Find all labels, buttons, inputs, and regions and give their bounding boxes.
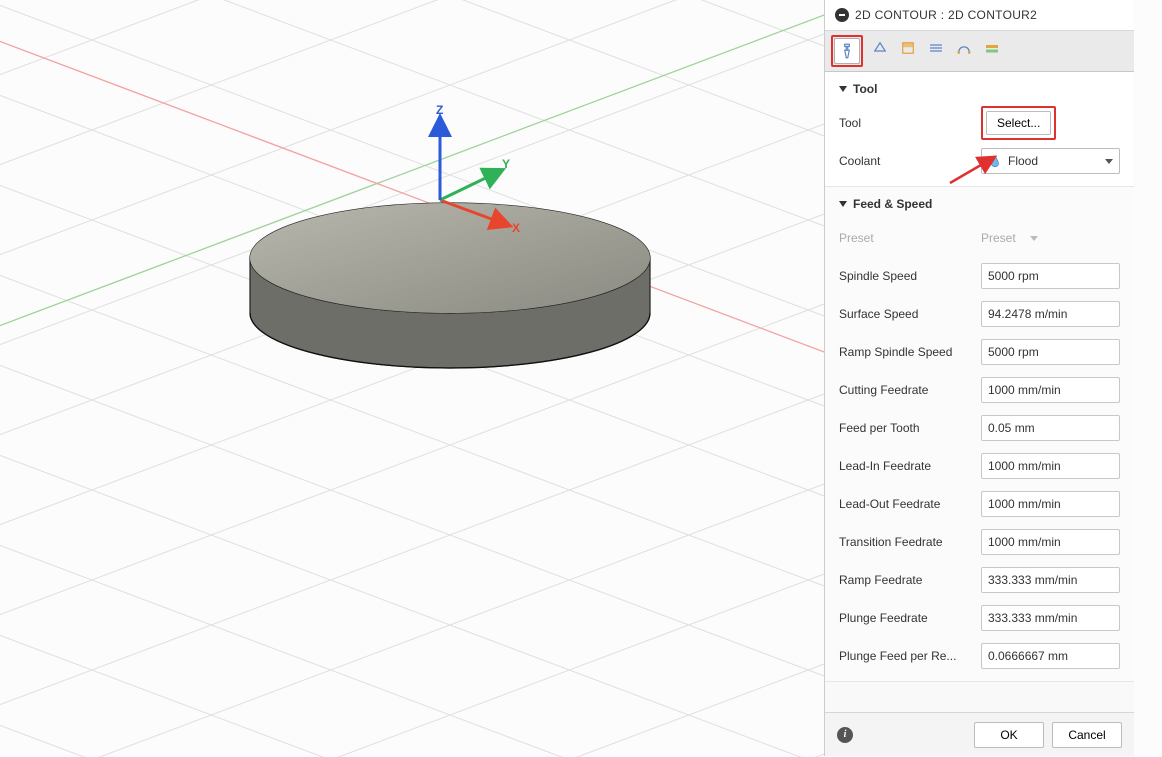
feed-speed-input[interactable]: [981, 453, 1120, 479]
feed-speed-row: Spindle Speed: [839, 257, 1120, 295]
feed-speed-row: Lead-Out Feedrate: [839, 485, 1120, 523]
feed-speed-row: Plunge Feed per Re...: [839, 637, 1120, 675]
feed-speed-label: Ramp Spindle Speed: [839, 345, 981, 359]
panel-tab-bar: [825, 31, 1134, 72]
feed-speed-input[interactable]: [981, 529, 1120, 555]
feed-speed-input[interactable]: [981, 415, 1120, 441]
heights-tab-icon: [899, 39, 917, 57]
section-feed-speed: Feed & Speed Preset Preset Spindle Speed…: [825, 187, 1134, 682]
feed-speed-row: Cutting Feedrate: [839, 371, 1120, 409]
feed-speed-row: Transition Feedrate: [839, 523, 1120, 561]
feed-speed-label: Lead-Out Feedrate: [839, 497, 981, 511]
tool-label: Tool: [839, 116, 981, 130]
chevron-down-icon: [839, 201, 847, 207]
feed-speed-label: Transition Feedrate: [839, 535, 981, 549]
linking-tab-icon: [955, 39, 973, 57]
extras-tab-icon: [983, 39, 1001, 57]
coolant-label: Coolant: [839, 154, 981, 168]
3d-viewport[interactable]: X Y Z: [0, 0, 824, 757]
annotation-highlight-tool-tab: [831, 35, 863, 67]
feed-speed-input[interactable]: [981, 377, 1120, 403]
collapse-panel-icon[interactable]: [835, 8, 849, 22]
geometry-tab-icon: [871, 39, 889, 57]
section-tool-header[interactable]: Tool: [839, 82, 1120, 96]
tab-passes[interactable]: [923, 35, 949, 61]
tab-heights[interactable]: [895, 35, 921, 61]
feed-speed-input[interactable]: [981, 643, 1120, 669]
feed-speed-row: Ramp Feedrate: [839, 561, 1120, 599]
coolant-dropdown[interactable]: Flood: [981, 148, 1120, 174]
ok-button[interactable]: OK: [974, 722, 1044, 748]
feed-speed-input[interactable]: [981, 567, 1120, 593]
feed-speed-label: Spindle Speed: [839, 269, 981, 283]
feed-speed-input[interactable]: [981, 605, 1120, 631]
info-icon[interactable]: i: [837, 727, 853, 743]
tab-linking[interactable]: [951, 35, 977, 61]
panel-title: 2D CONTOUR : 2D CONTOUR2: [855, 8, 1037, 22]
feed-speed-label: Feed per Tooth: [839, 421, 981, 435]
feed-speed-input[interactable]: [981, 263, 1120, 289]
tool-select-button[interactable]: Select...: [986, 111, 1051, 135]
passes-tab-icon: [927, 39, 945, 57]
feed-speed-row: Lead-In Feedrate: [839, 447, 1120, 485]
tool-tab-icon: [838, 42, 856, 60]
section-tool: Tool Tool Select... Coolant Flood: [825, 72, 1134, 187]
cancel-button[interactable]: Cancel: [1052, 722, 1122, 748]
panel-header: 2D CONTOUR : 2D CONTOUR2: [825, 0, 1134, 31]
chevron-down-icon: [1030, 236, 1038, 241]
feed-speed-input[interactable]: [981, 339, 1120, 365]
feed-speed-row: Feed per Tooth: [839, 409, 1120, 447]
feed-speed-row: Surface Speed: [839, 295, 1120, 333]
feed-speed-label: Plunge Feedrate: [839, 611, 981, 625]
feed-speed-row: Ramp Spindle Speed: [839, 333, 1120, 371]
feed-speed-label: Cutting Feedrate: [839, 383, 981, 397]
tab-extras[interactable]: [979, 35, 1005, 61]
feed-speed-label: Lead-In Feedrate: [839, 459, 981, 473]
feed-speed-label: Ramp Feedrate: [839, 573, 981, 587]
chevron-down-icon: [1105, 159, 1113, 164]
feed-speed-row: Plunge Feedrate: [839, 599, 1120, 637]
grid-canvas: [0, 0, 824, 757]
section-feed-speed-header[interactable]: Feed & Speed: [839, 197, 1120, 211]
feed-speed-input[interactable]: [981, 491, 1120, 517]
panel-footer: i OK Cancel: [825, 712, 1134, 756]
tab-tool[interactable]: [834, 38, 860, 64]
preset-dropdown[interactable]: Preset: [981, 225, 1120, 251]
annotation-highlight-select-button: Select...: [981, 106, 1056, 140]
feed-speed-input[interactable]: [981, 301, 1120, 327]
properties-panel: 2D CONTOUR : 2D CONTOUR2 Tool: [824, 0, 1134, 756]
feed-speed-label: Plunge Feed per Re...: [839, 649, 981, 663]
tab-geometry[interactable]: [867, 35, 893, 61]
droplet-icon: [988, 154, 1002, 168]
chevron-down-icon: [839, 86, 847, 92]
feed-speed-label: Surface Speed: [839, 307, 981, 321]
preset-label: Preset: [839, 231, 981, 245]
